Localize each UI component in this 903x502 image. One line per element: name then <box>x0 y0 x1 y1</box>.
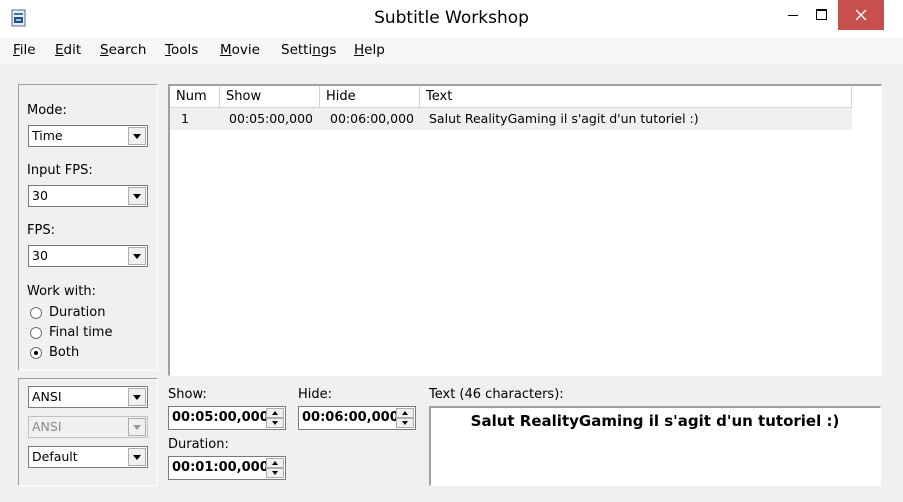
input-fps-select[interactable]: 30 <box>28 185 148 207</box>
mode-label: Mode: <box>27 103 67 118</box>
text-label: Text (46 characters): <box>429 387 564 402</box>
chevron-down-icon[interactable] <box>128 127 146 145</box>
spin-up-icon[interactable] <box>266 458 284 468</box>
charset-select[interactable]: ANSI <box>28 386 148 408</box>
subtitle-text-editor[interactable]: Salut RealityGaming il s'agit d'un tutor… <box>429 406 881 486</box>
show-time-input[interactable]: 00:05:00,000 <box>168 406 286 430</box>
chevron-down-icon[interactable] <box>128 187 146 205</box>
list-header: Num Show Hide Text <box>170 86 852 108</box>
minimize-icon <box>780 15 806 34</box>
chevron-down-icon[interactable] <box>128 448 146 466</box>
menu-edit[interactable]: Edit <box>55 42 81 58</box>
table-row[interactable]: 1 00:05:00,000 00:06:00,000 Salut Realit… <box>170 108 852 130</box>
maximize-icon <box>808 9 834 34</box>
fps-label: FPS: <box>27 223 55 238</box>
column-show[interactable]: Show <box>220 86 320 108</box>
mode-select[interactable]: Time <box>28 125 148 147</box>
row-text: Salut RealityGaming il s'agit d'un tutor… <box>429 111 699 126</box>
chevron-down-icon <box>128 418 146 436</box>
fps-select[interactable]: 30 <box>28 245 148 267</box>
menu-help[interactable]: Help <box>354 42 385 58</box>
menu-tools[interactable]: Tools <box>165 42 198 58</box>
both-radio[interactable] <box>30 347 42 359</box>
show-label: Show: <box>168 387 207 402</box>
duration-radio-label[interactable]: Duration <box>49 305 105 320</box>
minimize-button[interactable] <box>780 0 806 30</box>
maximize-button[interactable] <box>808 0 834 30</box>
subtitle-text: Salut RealityGaming il s'agit d'un tutor… <box>470 412 840 430</box>
row-hide: 00:06:00,000 <box>330 111 414 126</box>
final-time-radio[interactable] <box>30 327 42 339</box>
window-title: Subtitle Workshop <box>374 8 529 28</box>
spin-up-icon[interactable] <box>396 408 414 418</box>
duration-radio[interactable] <box>30 307 42 319</box>
work-with-label: Work with: <box>27 284 97 299</box>
final-time-radio-label[interactable]: Final time <box>49 325 112 340</box>
format-select[interactable]: Default <box>28 446 148 468</box>
chevron-down-icon[interactable] <box>128 388 146 406</box>
column-hide[interactable]: Hide <box>320 86 420 108</box>
both-radio-label[interactable]: Both <box>49 345 79 360</box>
menu-movie[interactable]: Movie <box>220 42 260 58</box>
menu-file[interactable]: File <box>13 42 36 58</box>
charset-secondary-select: ANSI <box>28 416 148 438</box>
column-num[interactable]: Num <box>170 86 220 108</box>
input-fps-label: Input FPS: <box>27 163 93 178</box>
hide-time-input[interactable]: 00:06:00,000 <box>298 406 416 430</box>
menu-bar: File Edit Search Tools Movie Settings He… <box>0 38 903 64</box>
row-num: 1 <box>181 111 189 126</box>
spin-down-icon[interactable] <box>266 418 284 428</box>
duration-input[interactable]: 00:01:00,000 <box>168 456 286 480</box>
close-icon <box>838 9 884 34</box>
subtitle-list[interactable]: Num Show Hide Text 1 00:05:00,000 00:06:… <box>168 84 882 376</box>
hide-label: Hide: <box>298 387 333 402</box>
menu-search[interactable]: Search <box>100 42 146 58</box>
spin-down-icon[interactable] <box>396 418 414 428</box>
spin-up-icon[interactable] <box>266 408 284 418</box>
row-show: 00:05:00,000 <box>229 111 313 126</box>
close-button[interactable] <box>838 0 884 30</box>
duration-label: Duration: <box>168 437 229 452</box>
menu-settings[interactable]: Settings <box>281 42 336 58</box>
spin-down-icon[interactable] <box>266 468 284 478</box>
column-text[interactable]: Text <box>420 86 852 108</box>
title-bar: Subtitle Workshop <box>0 0 903 38</box>
chevron-down-icon[interactable] <box>128 247 146 265</box>
